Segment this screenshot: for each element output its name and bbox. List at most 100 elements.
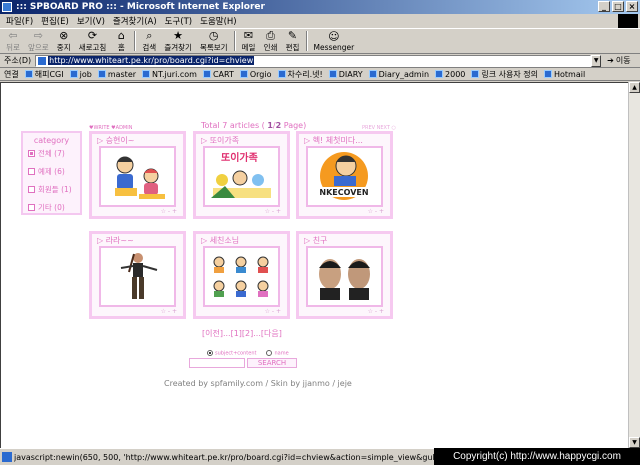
- card-title[interactable]: ▷ 승현이~: [97, 135, 183, 146]
- go-button[interactable]: ➔ 이동: [607, 55, 630, 66]
- radio-button[interactable]: [207, 350, 213, 356]
- radio-subject-option[interactable]: subject+content: [207, 350, 256, 357]
- stop-button[interactable]: ⊗ 중지: [53, 29, 75, 53]
- link-item[interactable]: job: [69, 70, 92, 79]
- stop-label: 중지: [56, 42, 71, 52]
- card-title[interactable]: ▷ 헥! 체첫미다...: [304, 135, 390, 146]
- card-actions[interactable]: ☆ - +: [265, 308, 281, 315]
- copyright-banner: Copyright(c) http://www.happycgi.com: [434, 448, 640, 465]
- link-item[interactable]: 해피CGI: [24, 69, 64, 80]
- home-button[interactable]: ⌂ 홈: [110, 29, 132, 53]
- search-submit-button[interactable]: SEARCH: [247, 358, 297, 368]
- card-title[interactable]: ▷ 세친소님: [201, 235, 287, 246]
- card-title[interactable]: ▷ 친구: [304, 235, 390, 246]
- maximize-button[interactable]: □: [612, 1, 624, 12]
- back-button[interactable]: ⇦ 뒤로: [2, 29, 24, 53]
- link-page-icon: [97, 70, 106, 78]
- favorites-button[interactable]: ★ 즐겨찾기: [160, 29, 196, 53]
- vertical-scrollbar[interactable]: ▲ ▼: [628, 82, 640, 448]
- messenger-label: Messenger: [313, 42, 355, 52]
- card-thumbnail[interactable]: [99, 246, 176, 307]
- card-actions[interactable]: ☆ - +: [265, 208, 281, 215]
- link-item[interactable]: Orgio: [239, 69, 272, 79]
- messenger-button[interactable]: ☺ Messenger: [310, 29, 359, 53]
- gallery-card[interactable]: ▷ 라라~~ ☆ - +: [89, 231, 186, 319]
- card-actions[interactable]: ☆ - +: [368, 208, 384, 215]
- menu-tools[interactable]: 도구(T): [165, 15, 192, 27]
- history-button[interactable]: ◷ 목록보기: [196, 29, 232, 53]
- category-item-etc[interactable]: 기타 (0): [28, 202, 80, 213]
- checkbox[interactable]: [28, 168, 35, 175]
- toolbar-separator: [233, 31, 236, 51]
- link-page-icon: [142, 70, 151, 78]
- search-label: 검색: [142, 42, 157, 52]
- card-title[interactable]: ▷ 라라~~: [97, 235, 183, 246]
- card-actions[interactable]: ☆ - +: [161, 308, 177, 315]
- search-input[interactable]: [189, 358, 245, 368]
- mail-button[interactable]: ✉ 메일: [238, 29, 260, 53]
- menu-file[interactable]: 파일(F): [6, 15, 33, 27]
- gallery-card[interactable]: ▷ 친구 ☆ - +: [296, 231, 393, 319]
- gallery-card[interactable]: ▷ 또이가족 또이가족 ☆ - +: [193, 131, 290, 219]
- card-thumbnail[interactable]: [306, 246, 383, 307]
- address-dropdown-button[interactable]: ▼: [591, 54, 602, 67]
- link-label: Orgio: [249, 69, 272, 79]
- gallery-card[interactable]: ▷ 헥! 체첫미다... NKECOVEN ☆ - +: [296, 131, 393, 219]
- scroll-down-button[interactable]: ▼: [629, 437, 640, 448]
- card-thumbnail[interactable]: [99, 146, 176, 207]
- checkbox[interactable]: [28, 204, 35, 211]
- print-button[interactable]: ⎙ 인쇄: [260, 29, 282, 53]
- card-thumbnail[interactable]: [203, 246, 280, 307]
- minimize-button[interactable]: _: [598, 1, 610, 12]
- link-page-icon: [471, 70, 480, 78]
- gallery-card[interactable]: ▷ 승현이~ ☆ - +: [89, 131, 186, 219]
- link-item[interactable]: Hotmail: [543, 69, 586, 79]
- card-title[interactable]: ▷ 또이가족: [201, 135, 287, 146]
- close-button[interactable]: ×: [626, 1, 638, 12]
- search-button[interactable]: ⌕ 검색: [138, 29, 160, 53]
- link-item[interactable]: 차수리.넷!: [277, 69, 323, 80]
- refresh-label: 새로고침: [78, 42, 107, 52]
- link-item[interactable]: CART: [202, 70, 234, 79]
- link-item[interactable]: 링크 사용자 정의: [471, 69, 538, 80]
- link-item[interactable]: NT.juri.com: [142, 70, 197, 79]
- radio-name-option[interactable]: name: [266, 350, 289, 357]
- refresh-button[interactable]: ⟳ 새로고침: [75, 29, 111, 53]
- print-label: 인쇄: [263, 42, 278, 52]
- link-item[interactable]: DIARY: [328, 70, 363, 79]
- link-item[interactable]: 2000: [435, 70, 465, 79]
- category-label: 회원들 (1): [38, 185, 72, 194]
- menu-help[interactable]: 도움말(H): [200, 15, 236, 27]
- radio-name-label: name: [274, 350, 289, 357]
- menu-edit[interactable]: 편집(E): [41, 15, 69, 27]
- forward-button[interactable]: ⇨ 앞으로: [24, 29, 53, 53]
- address-label: 주소(D): [4, 56, 32, 65]
- link-page-icon: [435, 70, 444, 78]
- go-arrow-icon: ➔: [607, 56, 614, 65]
- link-item[interactable]: Diary_admin: [368, 70, 429, 79]
- edit-button[interactable]: ✎ 편집: [282, 29, 304, 53]
- total-articles: Total 7 articles ( 1/2 Page): [201, 121, 306, 130]
- category-item-example[interactable]: 예제 (6): [28, 166, 80, 177]
- card-actions[interactable]: ☆ - +: [161, 208, 177, 215]
- pagination[interactable]: [이전]...[1][2]...[다음]: [202, 328, 282, 339]
- card-actions[interactable]: ☆ - +: [368, 308, 384, 315]
- category-item-all[interactable]: 전체 (7): [28, 148, 80, 159]
- checkbox[interactable]: [28, 186, 35, 193]
- card-thumbnail[interactable]: 또이가족: [203, 146, 280, 207]
- checkbox[interactable]: [28, 150, 35, 157]
- address-input[interactable]: http://www.whiteart.pe.kr/pro/board.cgi?…: [35, 54, 592, 67]
- link-item[interactable]: master: [97, 70, 136, 79]
- menu-favorites[interactable]: 즐겨찾기(A): [113, 15, 157, 27]
- menu-bar: 파일(F) 편집(E) 보기(V) 즐겨찾기(A) 도구(T) 도움말(H): [0, 14, 640, 28]
- link-label: Hotmail: [553, 69, 586, 79]
- radio-button[interactable]: [266, 350, 273, 356]
- back-arrow-icon: ⇦: [8, 28, 18, 42]
- card-thumbnail[interactable]: NKECOVEN: [306, 146, 383, 207]
- scroll-up-button[interactable]: ▲: [629, 82, 640, 93]
- gallery-card[interactable]: ▷ 세친소님 ☆ - +: [193, 231, 290, 319]
- category-item-members[interactable]: 회원들 (1): [28, 184, 80, 195]
- link-label: NT.juri.com: [152, 69, 197, 79]
- menu-view[interactable]: 보기(V): [77, 15, 105, 27]
- mail-label: 메일: [241, 42, 256, 52]
